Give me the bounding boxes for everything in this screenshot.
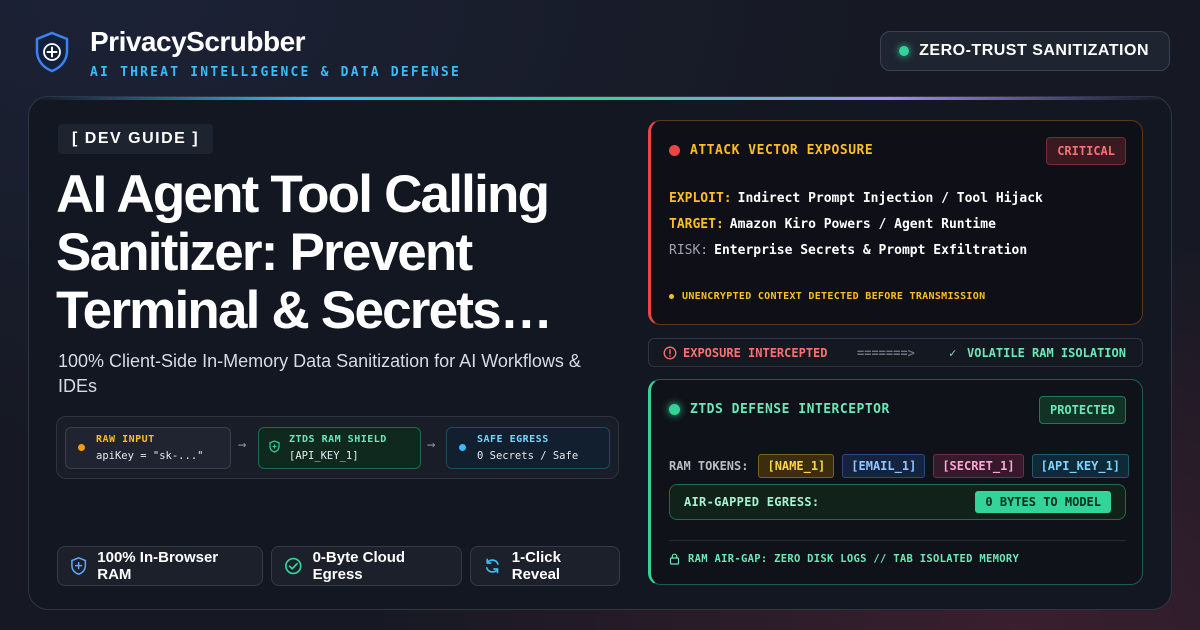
- check-icon: ✓: [949, 346, 957, 360]
- attack-footer: UNENCRYPTED CONTEXT DETECTED BEFORE TRAN…: [669, 291, 985, 302]
- refresh-icon: [485, 558, 499, 574]
- exposure-intercepted: EXPOSURE INTERCEPTED: [683, 346, 828, 360]
- protected-badge: PROTECTED: [1038, 396, 1126, 424]
- dev-guide-tag: [ DEV GUIDE ]: [58, 124, 214, 154]
- feature-label: 0-Byte Cloud Egress: [312, 549, 406, 583]
- defense-interceptor-panel: ZTDS DEFENSE INTERCEPTOR PROTECTED RAM T…: [648, 379, 1143, 585]
- pipeline-ram-shield: ZTDS RAM SHIELD [API_KEY_1]: [258, 427, 421, 469]
- page-subtitle: 100% Client-Side In-Memory Data Sanitiza…: [58, 351, 581, 396]
- exploit-line: EXPLOIT: Indirect Prompt Injection / Tool…: [669, 191, 1043, 206]
- zero-trust-pill: ZERO-TRUST SANITIZATION: [880, 31, 1170, 71]
- critical-badge: CRITICAL: [1046, 137, 1126, 165]
- attack-title: ATTACK VECTOR EXPOSURE: [669, 143, 873, 158]
- raw-value: apiKey = "sk-...": [96, 450, 204, 462]
- shield-title: ZTDS RAM SHIELD: [289, 434, 387, 445]
- token-chip: [API_KEY_1]: [1031, 454, 1130, 478]
- warning-dot: [669, 294, 674, 299]
- attack-title-text: ATTACK VECTOR EXPOSURE: [690, 143, 874, 158]
- arrow-right-icon: →: [238, 437, 247, 453]
- status-dot: [669, 404, 680, 415]
- ram-tokens-row: RAM TOKENS: [NAME_1] [EMAIL_1] [SECRET_1…: [669, 454, 1130, 478]
- lock-icon: [669, 553, 680, 565]
- shield-plus-icon: [35, 31, 69, 73]
- defense-title-text: ZTDS DEFENSE INTERCEPTOR: [690, 402, 890, 417]
- risk-label: RISK:: [669, 243, 709, 258]
- brand-tagline: AI THREAT INTELLIGENCE & DATA DEFENSE: [90, 65, 461, 80]
- feature-cloud-egress: 0-Byte Cloud Egress: [271, 546, 462, 586]
- risk-value: Enterprise Secrets & Prompt Exfiltration: [714, 243, 1028, 258]
- shield-value: [API_KEY_1]: [289, 450, 359, 462]
- alert-dot: [669, 145, 680, 156]
- target-value: Amazon Kiro Powers / Agent Runtime: [729, 217, 996, 232]
- token-chip: [EMAIL_1]: [842, 454, 926, 478]
- defense-title: ZTDS DEFENSE INTERCEPTOR: [669, 402, 890, 417]
- raw-title: RAW INPUT: [96, 434, 155, 445]
- attack-footer-text: UNENCRYPTED CONTEXT DETECTED BEFORE TRAN…: [682, 291, 986, 302]
- pipeline-safe-egress: SAFE EGRESS 0 Secrets / Safe: [446, 427, 610, 469]
- egress-value: 0 Secrets / Safe: [477, 450, 579, 462]
- zero-trust-label: ZERO-TRUST SANITIZATION: [919, 42, 1149, 59]
- shield-icon: [269, 440, 280, 453]
- feature-label: 1-Click Reveal: [511, 549, 561, 583]
- flow-arrow: =======>: [857, 346, 915, 360]
- air-gapped-egress: AIR-GAPPED EGRESS: 0 BYTES TO MODEL: [669, 484, 1126, 520]
- defense-footer-text: RAM AIR-GAP: ZERO DISK LOGS // TAB ISOLA…: [688, 553, 1020, 565]
- risk-line: RISK: Enterprise Secrets & Prompt Exfiltr…: [669, 243, 1027, 258]
- egress-title: SAFE EGRESS: [477, 434, 549, 445]
- brand-name: PrivacyScrubber: [90, 26, 306, 57]
- raw-dot: [78, 444, 85, 451]
- exploit-label: EXPLOIT:: [669, 191, 732, 206]
- pipeline-raw-input: RAW INPUT apiKey = "sk-...": [65, 427, 231, 469]
- interception-status-strip: EXPOSURE INTERCEPTED =======> ✓ VOLATILE…: [648, 338, 1143, 367]
- shield-plus-icon: [71, 557, 87, 576]
- arrow-right-icon: →: [427, 437, 436, 453]
- sanitization-pipeline: RAW INPUT apiKey = "sk-..." → ZTDS RAM S…: [56, 416, 619, 479]
- token-chip: [NAME_1]: [758, 454, 835, 478]
- alert-circle-icon: [663, 346, 677, 360]
- egress-value-badge: 0 BYTES TO MODEL: [975, 491, 1111, 513]
- feature-one-click-reveal: 1-Click Reveal: [470, 546, 620, 586]
- defense-footer: RAM AIR-GAP: ZERO DISK LOGS // TAB ISOLA…: [669, 540, 1126, 565]
- exploit-value: Indirect Prompt Injection / Tool Hijack: [737, 191, 1043, 206]
- feature-in-browser-ram: 100% In-Browser RAM: [57, 546, 263, 586]
- status-dot: [899, 46, 910, 56]
- card-accent-line: [29, 97, 1171, 100]
- target-line: TARGET: Amazon Kiro Powers / Agent Runtim…: [669, 217, 996, 232]
- egress-dot: [459, 444, 466, 451]
- check-circle-icon: [285, 557, 302, 575]
- ram-tokens-label: RAM TOKENS:: [669, 459, 749, 473]
- feature-label: 100% In-Browser RAM: [97, 549, 219, 583]
- egress-label: AIR-GAPPED EGRESS:: [684, 495, 820, 509]
- volatile-ram-isolation: VOLATILE RAM ISOLATION: [967, 346, 1126, 360]
- target-label: TARGET:: [669, 217, 724, 232]
- token-chip: [SECRET_1]: [933, 454, 1024, 478]
- page-title: AI Agent Tool Calling Sanitizer: Prevent…: [56, 165, 553, 340]
- attack-vector-panel: ATTACK VECTOR EXPOSURE CRITICAL EXPLOIT:…: [648, 120, 1143, 325]
